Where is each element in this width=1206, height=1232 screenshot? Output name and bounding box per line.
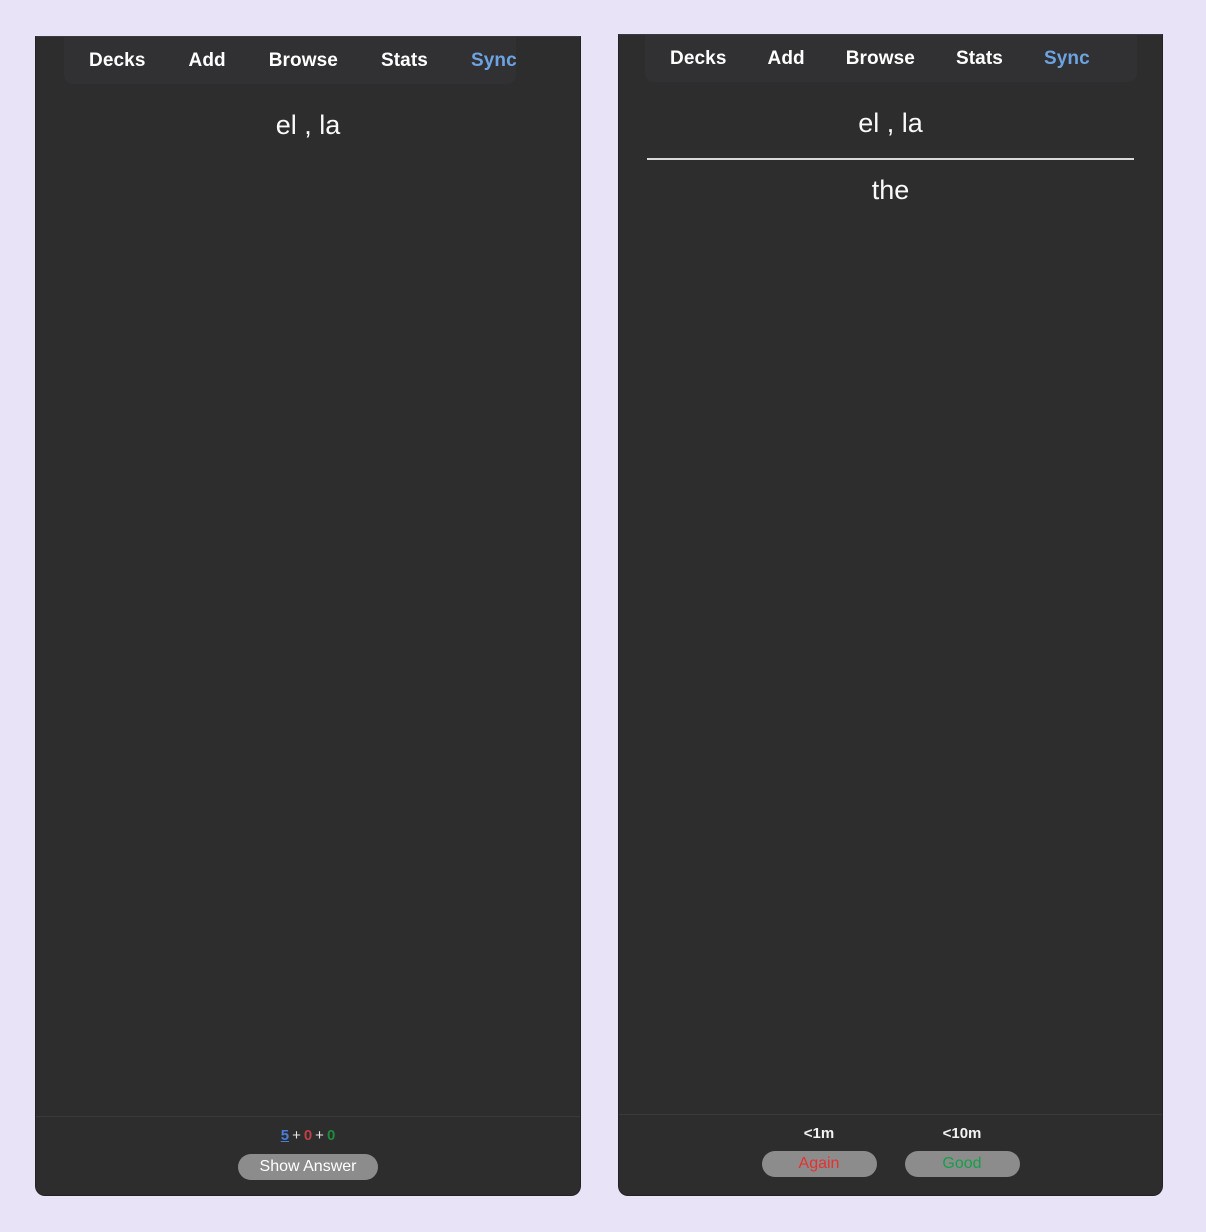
anki-review-screens: Decks Add Browse Stats Sync el , la 5 +0 +… <box>0 0 1206 1232</box>
bottom-toolbar-answer: <1m Again <10m Good <box>619 1114 1162 1195</box>
count-separator-1: + <box>292 1127 301 1144</box>
nav-item-sync[interactable]: Sync <box>466 50 522 72</box>
ease-button-good[interactable]: Good <box>904 1151 1020 1177</box>
card-question-text: el , la <box>275 110 341 140</box>
nav-item-browse[interactable]: Browse <box>264 50 343 72</box>
card-body-answer: el , la the <box>619 85 1162 1114</box>
review-window-answer-side: Decks Add Browse Stats Sync el , la the … <box>618 34 1163 1196</box>
navbar-container: Decks Add Browse Stats Sync <box>36 37 580 87</box>
ease-column-again: <1m Again <box>760 1126 878 1177</box>
nav-item-sync-2[interactable]: Sync <box>1039 48 1095 70</box>
main-navbar: Decks Add Browse Stats Sync <box>64 37 517 84</box>
ease-buttons-row: <1m Again <10m Good <box>619 1126 1162 1177</box>
navbar-container-2: Decks Add Browse Stats Sync <box>619 35 1162 85</box>
nav-item-stats-2[interactable]: Stats <box>951 48 1008 70</box>
review-window-question-side: Decks Add Browse Stats Sync el , la 5 +0 +… <box>35 36 581 1196</box>
nav-item-decks-2[interactable]: Decks <box>665 48 732 70</box>
bottom-toolbar-question: 5 +0 +0 Show Answer <box>36 1116 580 1195</box>
nav-item-browse-2[interactable]: Browse <box>841 48 920 70</box>
show-answer-row: Show Answer <box>36 1154 580 1180</box>
ease-column-good: <10m Good <box>903 1126 1021 1177</box>
count-learning[interactable]: 0 <box>304 1127 312 1144</box>
ease-interval-good: <10m <box>942 1125 982 1142</box>
due-counts: 5 +0 +0 <box>36 1128 580 1143</box>
ease-button-again[interactable]: Again <box>761 1151 877 1177</box>
card-answer-divider <box>647 158 1134 161</box>
nav-item-add[interactable]: Add <box>184 50 231 72</box>
nav-item-add-2[interactable]: Add <box>763 48 810 70</box>
nav-item-stats[interactable]: Stats <box>376 50 433 72</box>
show-answer-button[interactable]: Show Answer <box>238 1154 378 1180</box>
nav-item-decks[interactable]: Decks <box>84 50 151 72</box>
main-navbar-2: Decks Add Browse Stats Sync <box>645 35 1137 82</box>
card-answer-text: the <box>871 175 910 206</box>
card-question-text-2: el , la <box>858 108 923 138</box>
count-separator-2: + <box>315 1127 324 1144</box>
count-new[interactable]: 5 <box>281 1127 289 1144</box>
count-review[interactable]: 0 <box>327 1127 335 1144</box>
ease-interval-again: <1m <box>803 1125 835 1142</box>
card-body-question: el , la <box>36 87 580 1116</box>
